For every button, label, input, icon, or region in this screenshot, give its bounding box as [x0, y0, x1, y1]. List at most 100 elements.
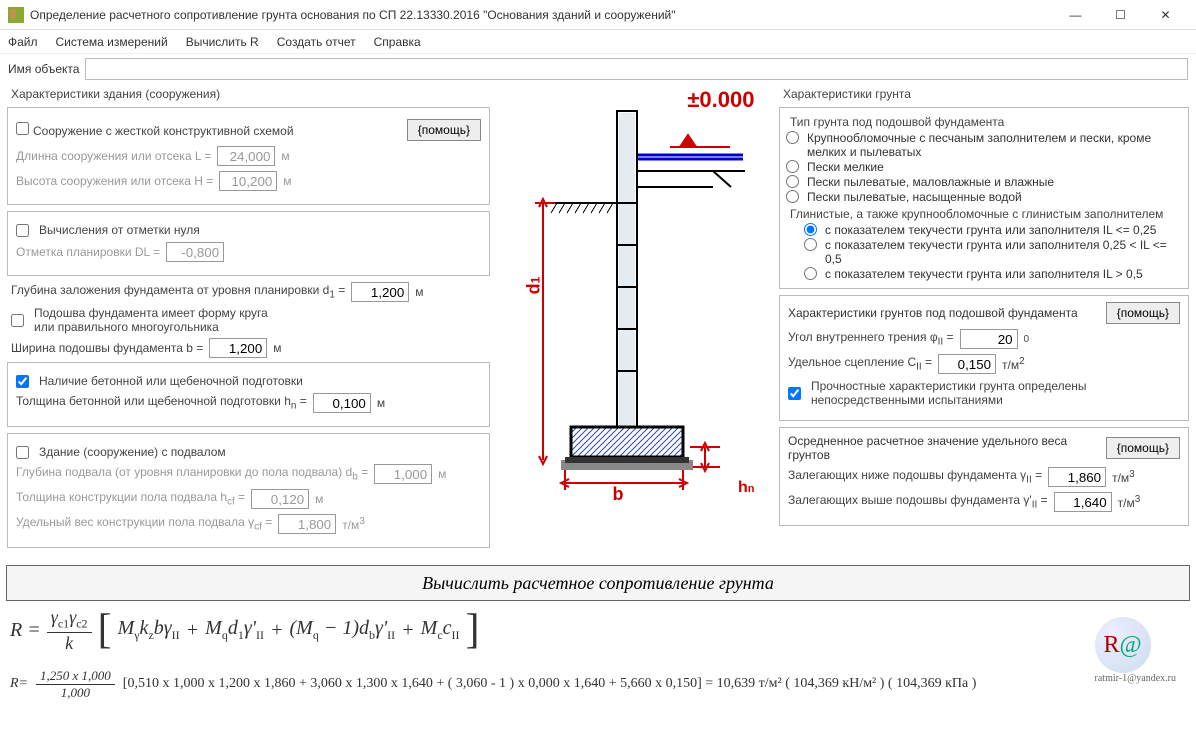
d1-label: Глубина заложения фундамента от уровня п…	[11, 283, 345, 300]
soil-radio-silty-moist[interactable]	[786, 175, 799, 188]
db-label: Глубина подвала (от уровня планировки до…	[16, 465, 368, 482]
soil-radio-il05[interactable]	[804, 238, 817, 251]
app-icon	[8, 7, 24, 23]
soil-label-ilgt05: с показателем текучести грунта или запол…	[825, 267, 1182, 281]
logo-icon: R@	[1095, 617, 1151, 673]
gamma2p-input[interactable]	[1054, 492, 1112, 512]
formula-area: R@ ratmir-1@yandex.ru R = γc1γc2k [ Mγkz…	[0, 607, 1196, 711]
soil-label-fine-sand: Пески мелкие	[807, 160, 1182, 174]
soil-radio-coarse[interactable]	[786, 131, 799, 144]
soil-panel-title: Характеристики грунта	[783, 87, 1189, 101]
preparation-label: Наличие бетонной или щебеночной подготов…	[39, 374, 303, 388]
window-title: Определение расчетного сопротивление гру…	[30, 8, 676, 22]
b-label: Ширина подошвы фундамента b =	[11, 341, 203, 355]
menubar: Файл Система измерений Вычислить R Созда…	[0, 30, 1196, 54]
gamma2-unit: т/м3	[1112, 469, 1135, 485]
menu-help[interactable]: Справка	[374, 35, 421, 49]
menu-measurement[interactable]: Система измерений	[56, 35, 168, 49]
gcf-input[interactable]	[278, 514, 336, 534]
d1-unit: м	[415, 285, 423, 299]
object-name-label: Имя объекта	[8, 62, 79, 76]
foundation-diagram: ±0.000 d1 b hn	[505, 85, 765, 505]
soil-characteristics-panel: Характеристики грунта Тип грунта под под…	[778, 84, 1190, 555]
phi-unit: 0	[1024, 334, 1030, 345]
gcf-label: Удельный вес конструкции пола подвала γc…	[16, 515, 272, 532]
soil-label-il025: с показателем текучести грунта или запол…	[825, 223, 1182, 237]
d1-input[interactable]	[351, 282, 409, 302]
zero-mark-label: Вычисления от отметки нуля	[39, 223, 200, 237]
hn-unit: м	[377, 396, 385, 410]
c-label: Удельное сцепление CII =	[788, 355, 932, 372]
annot-hn: hn	[738, 479, 755, 497]
author-email: ratmir-1@yandex.ru	[1095, 673, 1176, 684]
window-titlebar: Определение расчетного сопротивление гру…	[0, 0, 1196, 30]
soil-help-button[interactable]: {помощь}	[1106, 302, 1180, 324]
soil-radio-silty-sat[interactable]	[786, 190, 799, 203]
menu-calc-r[interactable]: Вычислить R	[186, 35, 259, 49]
height-input[interactable]	[219, 171, 277, 191]
gamma2p-unit: т/м3	[1118, 494, 1141, 510]
hcf-input[interactable]	[251, 489, 309, 509]
annot-zero: ±0.000	[687, 87, 754, 113]
avg-weight-title: Осредненное расчетное значение удельного…	[788, 434, 1106, 462]
maximize-button[interactable]: ☐	[1098, 0, 1143, 30]
gamma2-label: Залегающих ниже подошвы фундамента γII =	[788, 468, 1042, 485]
close-button[interactable]: ✕	[1143, 0, 1188, 30]
length-label: Длинна сооружения или отсека L =	[16, 149, 211, 163]
main-formula: R = γc1γc2k [ MγkzbγII + Mqd1γ'II + (Mq …	[10, 607, 1186, 654]
circle-footing-checkbox[interactable]	[11, 314, 24, 327]
soil-type-title: Тип грунта под подошвой фундамента	[790, 115, 1182, 129]
hn-input[interactable]	[313, 393, 371, 413]
hn-label: Толщина бетонной или щебеночной подготов…	[16, 394, 307, 411]
height-unit: м	[283, 174, 291, 188]
b-input[interactable]	[209, 338, 267, 358]
soil-label-coarse: Крупнообломочные с песчаным заполнителем…	[807, 131, 1182, 159]
menu-file[interactable]: Файл	[8, 35, 38, 49]
rigid-scheme-label: Сооружение с жесткой конструктивной схем…	[33, 124, 294, 138]
basement-checkbox[interactable]	[16, 446, 29, 459]
soil-label-silty-moist: Пески пылеватые, маловлажные и влажные	[807, 175, 1182, 189]
soil-label-silty-sat: Пески пылеватые, насыщенные водой	[807, 190, 1182, 204]
object-name-input[interactable]	[85, 58, 1188, 80]
result-formula: R= 1,250 x 1,0001,000 [0,510 x 1,000 x 1…	[10, 668, 1186, 701]
soil-label-il05: с показателем текучести грунта или запол…	[825, 238, 1182, 266]
c-input[interactable]	[938, 354, 996, 374]
building-characteristics-panel: Характеристики здания (сооружения) Соору…	[6, 84, 491, 555]
c-unit: т/м2	[1002, 356, 1025, 372]
circle-footing-label: Подошва фундамента имеет форму кругаили …	[34, 306, 268, 334]
soil-radio-il025[interactable]	[804, 223, 817, 236]
calculate-button[interactable]: Вычислить расчетное сопротивление грунта	[6, 565, 1190, 601]
db-input[interactable]	[374, 464, 432, 484]
minimize-button[interactable]: —	[1053, 0, 1098, 30]
gamma2-input[interactable]	[1048, 467, 1106, 487]
foundation-diagram-panel: ±0.000 d1 b hn	[497, 84, 772, 555]
db-unit: м	[438, 467, 446, 481]
soil-props-title: Характеристики грунтов под подошвой фунд…	[788, 306, 1078, 320]
building-help-button[interactable]: {помощь}	[407, 119, 481, 141]
zero-mark-checkbox[interactable]	[16, 224, 29, 237]
length-unit: м	[281, 149, 289, 163]
soil-radio-ilgt05[interactable]	[804, 267, 817, 280]
soil-radio-fine-sand[interactable]	[786, 160, 799, 173]
menu-create-report[interactable]: Создать отчет	[277, 35, 356, 49]
annot-b: b	[613, 484, 624, 505]
rigid-scheme-checkbox[interactable]	[16, 122, 29, 135]
phi-label: Угол внутреннего трения φII =	[788, 330, 954, 347]
dl-input[interactable]	[166, 242, 224, 262]
preparation-checkbox[interactable]	[16, 375, 29, 388]
hcf-label: Толщина конструкции пола подвала hcf =	[16, 490, 245, 507]
basement-label: Здание (сооружение) с подвалом	[39, 445, 226, 459]
object-name-row: Имя объекта	[0, 54, 1196, 84]
length-input[interactable]	[217, 146, 275, 166]
height-label: Высота сооружения или отсека H =	[16, 174, 213, 188]
phi-input[interactable]	[960, 329, 1018, 349]
strength-tested-checkbox[interactable]	[788, 387, 801, 400]
gcf-unit: т/м3	[342, 516, 365, 532]
dl-label: Отметка планировки DL =	[16, 245, 160, 259]
strength-tested-label: Прочностные характеристики грунта опреде…	[811, 379, 1087, 407]
result-body: [0,510 x 1,000 x 1,200 x 1,860 + 3,060 x…	[123, 676, 977, 692]
building-panel-title: Характеристики здания (сооружения)	[11, 87, 490, 101]
avg-weight-help-button[interactable]: {помощь}	[1106, 437, 1180, 459]
annot-d1: d1	[523, 277, 544, 295]
b-unit: м	[273, 341, 281, 355]
